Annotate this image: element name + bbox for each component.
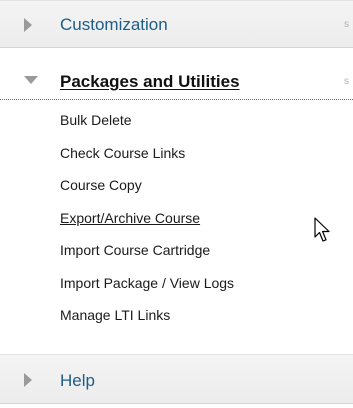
section-packages-label[interactable]: Packages and Utilities xyxy=(60,72,240,92)
edge-separator: s xyxy=(344,19,349,30)
menu-item-export-archive-course[interactable]: Export/Archive Course xyxy=(0,210,353,243)
section-customization-label[interactable]: Customization xyxy=(60,15,168,35)
menu-item-bulk-delete[interactable]: Bulk Delete xyxy=(0,112,353,145)
menu-item-import-course-cartridge[interactable]: Import Course Cartridge xyxy=(0,242,353,275)
section-packages-and-utilities[interactable]: Packages and Utilities s xyxy=(0,64,353,100)
menu-item-check-course-links[interactable]: Check Course Links xyxy=(0,145,353,178)
section-help-label[interactable]: Help xyxy=(60,371,95,391)
course-management-panel: Customization s Packages and Utilities s… xyxy=(0,0,353,408)
section-help[interactable]: Help xyxy=(0,354,353,404)
menu-item-import-package-view-logs[interactable]: Import Package / View Logs xyxy=(0,275,353,308)
section-customization[interactable]: Customization s xyxy=(0,0,353,48)
triangle-right-icon[interactable] xyxy=(24,18,32,32)
triangle-down-icon[interactable] xyxy=(24,76,38,84)
packages-utilities-list: Bulk Delete Check Course Links Course Co… xyxy=(0,112,353,340)
menu-item-manage-lti-links[interactable]: Manage LTI Links xyxy=(0,307,353,340)
edge-separator: s xyxy=(344,76,349,87)
menu-item-course-copy[interactable]: Course Copy xyxy=(0,177,353,210)
triangle-right-icon[interactable] xyxy=(24,373,32,387)
mouse-pointer-icon xyxy=(314,217,330,242)
